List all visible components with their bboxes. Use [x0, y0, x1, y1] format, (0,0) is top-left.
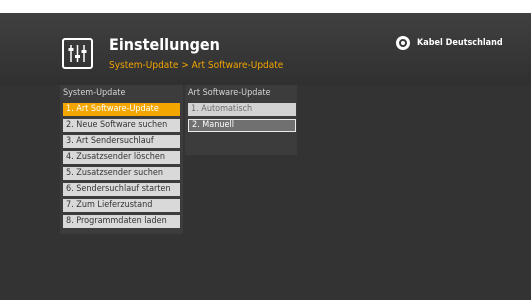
- top-border: [0, 0, 531, 13]
- option-automatisch[interactable]: 1. Automatisch: [188, 103, 296, 116]
- option-manuell[interactable]: 2. Manuell: [188, 119, 296, 132]
- system-update-menu: System-Update 1. Art Software-Update 2. …: [60, 85, 183, 234]
- menu-item-art-sendersuchlauf[interactable]: 3. Art Sendersuchlauf: [63, 135, 180, 148]
- brand-name: Kabel Deutschland: [417, 38, 503, 48]
- tv-screen: Einstellungen System-Update > Art Softwa…: [0, 0, 531, 300]
- menu-item-neue-software-suchen[interactable]: 2. Neue Software suchen: [63, 119, 180, 132]
- settings-sliders-icon: [62, 38, 93, 69]
- breadcrumb: System-Update > Art Software-Update: [109, 60, 284, 71]
- menu-item-art-software-update[interactable]: 1. Art Software-Update: [63, 103, 180, 116]
- submenu-title: Art Software-Update: [188, 88, 271, 98]
- page-title: Einstellungen: [109, 35, 220, 54]
- kabel-deutschland-logo-icon: [396, 36, 410, 50]
- menu-item-programmdaten-laden[interactable]: 8. Programmdaten laden: [63, 215, 180, 228]
- menu-item-sendersuchlauf-starten[interactable]: 6. Sendersuchlauf starten: [63, 183, 180, 196]
- menu-item-zusatzsender-loeschen[interactable]: 4. Zusatzsender löschen: [63, 151, 180, 164]
- art-software-update-submenu: Art Software-Update 1. Automatisch 2. Ma…: [185, 85, 297, 155]
- menu-item-zum-lieferzustand[interactable]: 7. Zum Lieferzustand: [63, 199, 180, 212]
- menu-title: System-Update: [63, 88, 126, 98]
- menu-item-zusatzsender-suchen[interactable]: 5. Zusatzsender suchen: [63, 167, 180, 180]
